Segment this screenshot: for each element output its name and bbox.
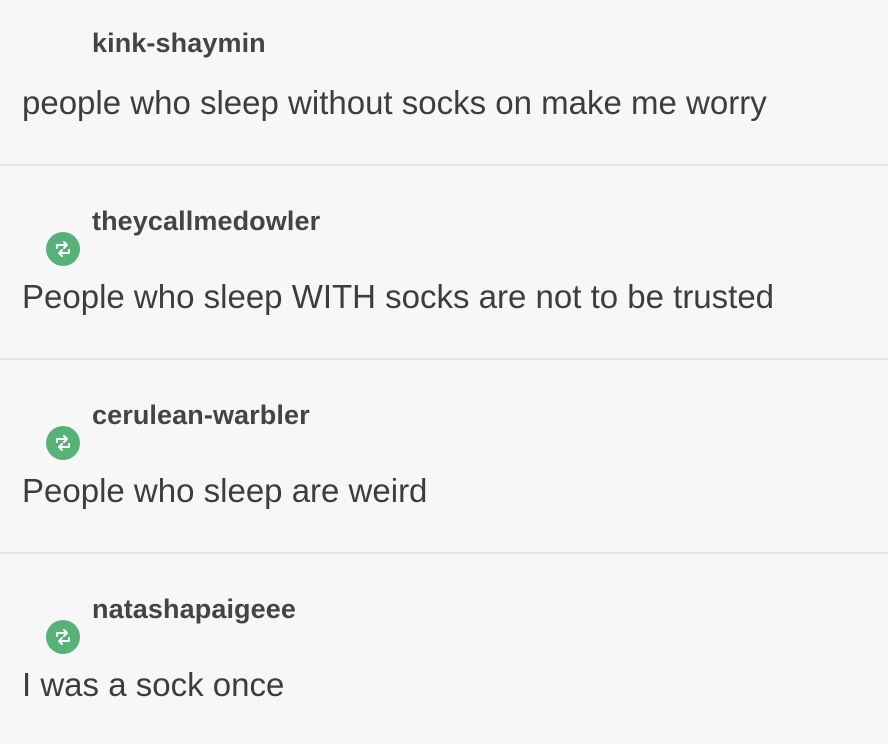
post-username[interactable]: cerulean-warbler: [92, 400, 310, 431]
post-reblog: natashapaigeee I was a sock once: [0, 554, 888, 744]
reblog-icon: [46, 620, 80, 654]
post-reblog: cerulean-warbler People who sleep are we…: [0, 360, 888, 554]
post-text: I was a sock once: [22, 666, 285, 703]
post-reblog: theycallmedowler People who sleep WITH s…: [0, 166, 888, 360]
reblog-thread: kink-shaymin people who sleep without so…: [0, 0, 888, 744]
post-text: People who sleep WITH socks are not to b…: [22, 278, 775, 315]
post-text: people who sleep without socks on make m…: [22, 84, 767, 121]
post-original: kink-shaymin people who sleep without so…: [0, 0, 888, 166]
post-text: People who sleep are weird: [22, 472, 428, 509]
reblog-icon: [46, 232, 80, 266]
post-username[interactable]: theycallmedowler: [92, 206, 320, 237]
post-username[interactable]: kink-shaymin: [92, 28, 266, 59]
reblog-icon: [46, 426, 80, 460]
post-username[interactable]: natashapaigeee: [92, 594, 296, 625]
